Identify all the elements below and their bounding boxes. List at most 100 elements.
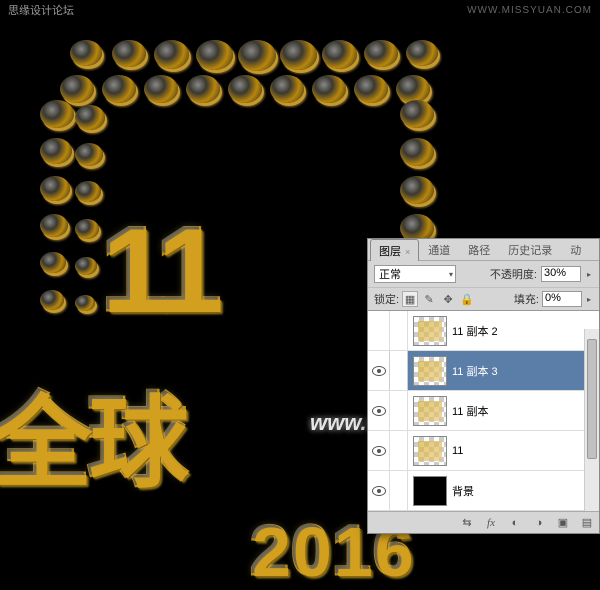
- decor-disc: [40, 138, 72, 164]
- opacity-input[interactable]: 30%: [541, 266, 581, 282]
- opacity-flyout-icon[interactable]: ▸: [585, 270, 593, 279]
- link-col[interactable]: [390, 351, 408, 390]
- decor-disc: [400, 138, 434, 166]
- scrollbar-thumb[interactable]: [587, 339, 597, 459]
- link-col[interactable]: [390, 311, 408, 350]
- visibility-toggle[interactable]: [368, 391, 390, 430]
- mask-icon[interactable]: ◐: [507, 516, 523, 530]
- decor-disc: [154, 40, 189, 69]
- site-name: 思缘设计论坛: [8, 2, 74, 18]
- decor-disc: [144, 75, 178, 103]
- decor-disc: [75, 295, 95, 311]
- opacity-label: 不透明度:: [490, 266, 537, 282]
- decor-disc: [322, 40, 357, 69]
- fill-input[interactable]: 0%: [542, 291, 582, 307]
- visibility-toggle[interactable]: [368, 351, 390, 390]
- eye-icon: [372, 486, 386, 496]
- layer-name[interactable]: 11: [452, 445, 599, 457]
- fx-icon[interactable]: fx: [483, 516, 499, 530]
- tab-4[interactable]: 动: [561, 238, 590, 260]
- page-header: 思缘设计论坛 WWW.MISSYUAN.COM: [0, 0, 600, 20]
- decor-disc: [112, 40, 146, 67]
- lock-label: 锁定:: [374, 291, 399, 307]
- decor-disc: [354, 75, 388, 103]
- fill-label: 填充:: [514, 291, 539, 307]
- decor-disc: [40, 214, 68, 237]
- layer-name[interactable]: 11 副本: [452, 403, 599, 419]
- layer-thumbnail[interactable]: [413, 436, 447, 466]
- link-col[interactable]: [390, 471, 408, 510]
- layer-thumbnail[interactable]: [413, 396, 447, 426]
- layer-thumbnail[interactable]: [413, 356, 447, 386]
- tab-3[interactable]: 历史记录: [499, 238, 561, 260]
- decor-disc: [228, 75, 262, 103]
- group-icon[interactable]: ▣: [555, 516, 571, 530]
- eye-icon: [372, 366, 386, 376]
- link-col[interactable]: [390, 391, 408, 430]
- decor-disc: [186, 75, 220, 103]
- lock-fill-row: 锁定: ▦ ✎ ✥ 🔒 填充: 0% ▸: [368, 288, 599, 311]
- decor-disc: [270, 75, 304, 103]
- layer-name[interactable]: 11 副本 2: [452, 323, 599, 339]
- tab-1[interactable]: 通道: [419, 238, 459, 260]
- text-11: 11: [100, 200, 217, 338]
- layer-list: 11 副本 2 11 副本 3 11 副本 11 背景: [368, 311, 599, 511]
- decor-disc: [75, 181, 101, 202]
- visibility-toggle[interactable]: [368, 471, 390, 510]
- link-layers-icon[interactable]: ⇆: [459, 516, 475, 530]
- decor-disc: [396, 75, 430, 103]
- adjustment-icon[interactable]: ◑: [531, 516, 547, 530]
- decor-disc: [40, 252, 66, 273]
- eye-icon: [372, 406, 386, 416]
- decor-disc: [406, 40, 438, 66]
- decor-disc: [400, 176, 434, 204]
- decor-disc: [364, 40, 398, 67]
- blend-mode-value: 正常: [379, 266, 401, 282]
- tab-0[interactable]: 图层×: [370, 239, 419, 261]
- lock-brush-icon[interactable]: ✎: [421, 291, 437, 307]
- layer-row[interactable]: 背景: [368, 471, 599, 511]
- decorative-discs: [30, 30, 430, 260]
- lock-all-icon[interactable]: 🔒: [459, 291, 475, 307]
- layer-row[interactable]: 11 副本: [368, 391, 599, 431]
- lock-move-icon[interactable]: ✥: [440, 291, 456, 307]
- decor-disc: [102, 75, 136, 103]
- decor-disc: [280, 40, 317, 70]
- decor-disc: [312, 75, 346, 103]
- layers-panel: 图层×通道路径历史记录动 正常 不透明度: 30% ▸ 锁定: ▦ ✎ ✥ 🔒 …: [367, 238, 600, 534]
- layer-thumbnail[interactable]: [413, 316, 447, 346]
- fill-flyout-icon[interactable]: ▸: [585, 295, 593, 304]
- layer-thumbnail[interactable]: [413, 476, 447, 506]
- decor-disc: [70, 40, 102, 66]
- visibility-toggle[interactable]: [368, 431, 390, 470]
- tab-close-icon[interactable]: ×: [405, 247, 410, 257]
- layer-row[interactable]: 11: [368, 431, 599, 471]
- layer-name[interactable]: 背景: [452, 483, 599, 499]
- lock-transparent-icon[interactable]: ▦: [402, 291, 418, 307]
- decor-disc: [60, 75, 94, 103]
- layer-row[interactable]: 11 副本 3: [368, 351, 599, 391]
- link-col[interactable]: [390, 431, 408, 470]
- decor-disc: [238, 40, 276, 71]
- decor-disc: [75, 257, 97, 275]
- layer-name[interactable]: 11 副本 3: [452, 363, 599, 379]
- scrollbar-track[interactable]: [584, 329, 599, 511]
- layer-row[interactable]: 11 副本 2: [368, 311, 599, 351]
- site-url: WWW.MISSYUAN.COM: [467, 5, 592, 16]
- panel-tabs: 图层×通道路径历史记录动: [368, 239, 599, 261]
- decor-disc: [400, 100, 434, 128]
- decor-disc: [40, 100, 74, 128]
- text-main: 全球: [0, 360, 184, 505]
- tab-2[interactable]: 路径: [459, 238, 499, 260]
- eye-icon: [372, 446, 386, 456]
- visibility-toggle[interactable]: [368, 311, 390, 350]
- panel-footer: ⇆ fx ◐ ◑ ▣ ▤: [368, 511, 599, 533]
- decor-disc: [75, 105, 105, 130]
- decor-disc: [40, 290, 64, 310]
- blend-opacity-row: 正常 不透明度: 30% ▸: [368, 261, 599, 288]
- design-canvas: 11 11 全球 全球 2016 2016 www.68ps.com 图层×通道…: [0, 20, 600, 589]
- blend-mode-dropdown[interactable]: 正常: [374, 265, 456, 283]
- decor-disc: [75, 143, 103, 166]
- new-layer-icon[interactable]: ▤: [579, 516, 595, 530]
- decor-disc: [196, 40, 233, 70]
